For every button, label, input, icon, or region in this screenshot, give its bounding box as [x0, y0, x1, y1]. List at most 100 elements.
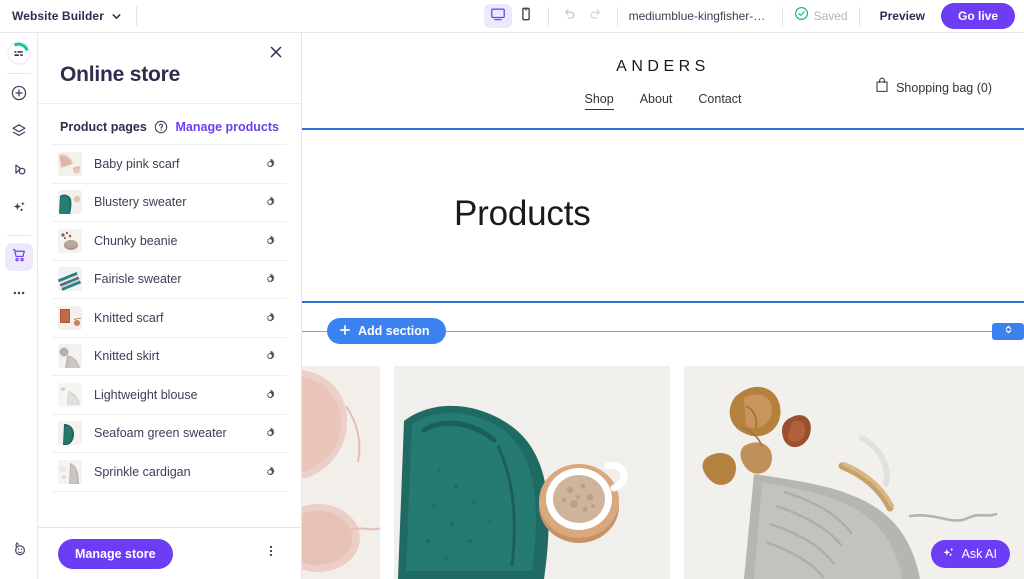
gallery-image-teal-sweater[interactable]: [394, 366, 670, 579]
theme-paint-icon: [10, 160, 28, 183]
add-section-line-right: [445, 330, 992, 332]
product-thumbnail: [58, 421, 82, 446]
product-list-item[interactable]: Baby pink scarf: [52, 144, 287, 183]
mobile-phone-icon: [518, 6, 534, 27]
product-name: Sprinkle cardigan: [94, 464, 191, 479]
builder-logo-icon[interactable]: [6, 40, 32, 66]
section-resize-handle[interactable]: [992, 322, 1024, 340]
desktop-monitor-icon: [490, 6, 506, 27]
product-list-item[interactable]: Fairisle sweater: [52, 259, 287, 299]
close-x-icon: [269, 45, 283, 64]
question-mark-circle-icon[interactable]: [154, 120, 168, 134]
gear-settings-icon[interactable]: [261, 309, 279, 327]
check-circle-icon: [794, 6, 809, 26]
product-gallery: [302, 366, 1024, 579]
panel-more-button[interactable]: [261, 544, 281, 564]
preview-button[interactable]: Preview: [868, 9, 937, 23]
sidebar-item-ai-tools[interactable]: [5, 195, 33, 223]
shopping-bag-link[interactable]: Shopping bag (0): [875, 77, 992, 98]
product-list-item[interactable]: Knitted skirt: [52, 336, 287, 376]
chevron-down-icon[interactable]: [111, 11, 122, 22]
nav-link-contact[interactable]: Contact: [698, 92, 741, 110]
sidebar-item-online-store[interactable]: [4, 243, 33, 271]
product-thumbnail: [58, 267, 82, 292]
manage-products-link[interactable]: Manage products: [176, 120, 280, 134]
product-name: Knitted scarf: [94, 310, 164, 325]
site-name-label[interactable]: mediumblue-kingfisher-ynqj...: [626, 9, 774, 23]
product-list-item[interactable]: Lightweight blouse: [52, 375, 287, 414]
manage-store-button[interactable]: Manage store: [58, 538, 173, 569]
sidebar-item-add-element[interactable]: [5, 81, 33, 109]
redo-button[interactable]: [583, 4, 609, 28]
saved-label: Saved: [813, 9, 848, 23]
website-builder-app: Website Builder mediumblue-kingfisher-yn…: [0, 0, 1024, 579]
ellipsis-icon: [10, 284, 28, 307]
shopping-bag-icon: [875, 77, 889, 98]
top-toolbar: Website Builder mediumblue-kingfisher-yn…: [0, 0, 1024, 33]
add-section-button[interactable]: Add section: [327, 318, 446, 344]
nav-link-about[interactable]: About: [640, 92, 673, 110]
gear-settings-icon[interactable]: [261, 347, 279, 365]
gear-settings-icon[interactable]: [261, 193, 279, 211]
site-preview-canvas: ANDERS Shop About Contact Shopping bag (0)…: [302, 33, 1024, 579]
gear-settings-icon[interactable]: [261, 155, 279, 173]
resize-vertical-icon: [1003, 322, 1014, 340]
redo-arrow-icon: [588, 6, 603, 26]
add-section-line-left: [302, 330, 327, 332]
nav-link-shop[interactable]: Shop: [584, 92, 614, 110]
product-pages-header: Product pages Manage products: [38, 104, 301, 144]
product-name: Fairisle sweater: [94, 272, 182, 287]
sidebar-item-site-theme[interactable]: [5, 157, 33, 185]
toolbar-divider-3: [616, 6, 618, 26]
plus-circle-icon: [10, 84, 28, 107]
gear-settings-icon[interactable]: [261, 386, 279, 404]
rail-divider-mid: [6, 235, 31, 236]
online-store-panel: Online store Product pages Manage produc…: [38, 33, 302, 579]
gear-settings-icon[interactable]: [261, 270, 279, 288]
go-live-button[interactable]: Go live: [940, 3, 1015, 29]
shopping-cart-icon: [10, 246, 28, 269]
product-list-item[interactable]: Seafoam green sweater: [52, 413, 287, 453]
product-list-item[interactable]: Chunky beanie: [52, 221, 287, 260]
add-section-label: Add section: [358, 324, 430, 338]
product-thumbnail: [58, 305, 82, 330]
product-list-item[interactable]: Sprinkle cardigan: [52, 452, 287, 491]
app-title: Website Builder: [12, 9, 104, 23]
ask-ai-button[interactable]: Ask AI: [930, 540, 1010, 568]
product-list-item[interactable]: Blustery sweater: [52, 182, 287, 222]
sparkles-icon: [941, 545, 956, 563]
product-name: Lightweight blouse: [94, 387, 198, 402]
ask-ai-label: Ask AI: [961, 547, 997, 561]
gear-settings-icon[interactable]: [261, 232, 279, 250]
product-list-item[interactable]: Knitted scarf: [52, 298, 287, 337]
panel-header: Online store: [38, 33, 301, 104]
rail-divider-top: [6, 73, 31, 74]
sidebar-item-more-options[interactable]: [5, 281, 33, 309]
product-thumbnail: [58, 459, 82, 484]
desktop-view-button[interactable]: [483, 4, 512, 28]
product-pages-label: Product pages: [60, 120, 147, 134]
undo-button[interactable]: [557, 4, 583, 28]
product-thumbnail: [58, 190, 82, 215]
add-section-toolbar: Add section: [302, 318, 1024, 344]
toolbar-left-group: Website Builder: [0, 6, 137, 26]
sidebar-item-help-support[interactable]: [5, 537, 33, 565]
gallery-image-pink-knit[interactable]: [302, 366, 380, 579]
mobile-view-button[interactable]: [512, 4, 540, 28]
gear-settings-icon[interactable]: [261, 463, 279, 481]
close-panel-button[interactable]: [265, 43, 287, 65]
sidebar-item-pages-layers[interactable]: [5, 119, 33, 147]
product-name: Blustery sweater: [94, 195, 187, 210]
product-thumbnail: [58, 151, 82, 176]
product-list-bottom-divider: [52, 490, 287, 492]
page-title: Products: [454, 194, 591, 233]
gear-settings-icon[interactable]: [261, 424, 279, 442]
undo-arrow-icon: [562, 6, 577, 26]
save-status: Saved: [791, 6, 851, 26]
toolbar-divider: [135, 6, 137, 26]
selected-section-products[interactable]: Products: [302, 128, 1024, 303]
product-thumbnail: [58, 344, 82, 369]
panel-footer: Manage store: [38, 527, 301, 579]
product-name: Baby pink scarf: [94, 156, 180, 171]
toolbar-divider-5: [858, 6, 860, 26]
